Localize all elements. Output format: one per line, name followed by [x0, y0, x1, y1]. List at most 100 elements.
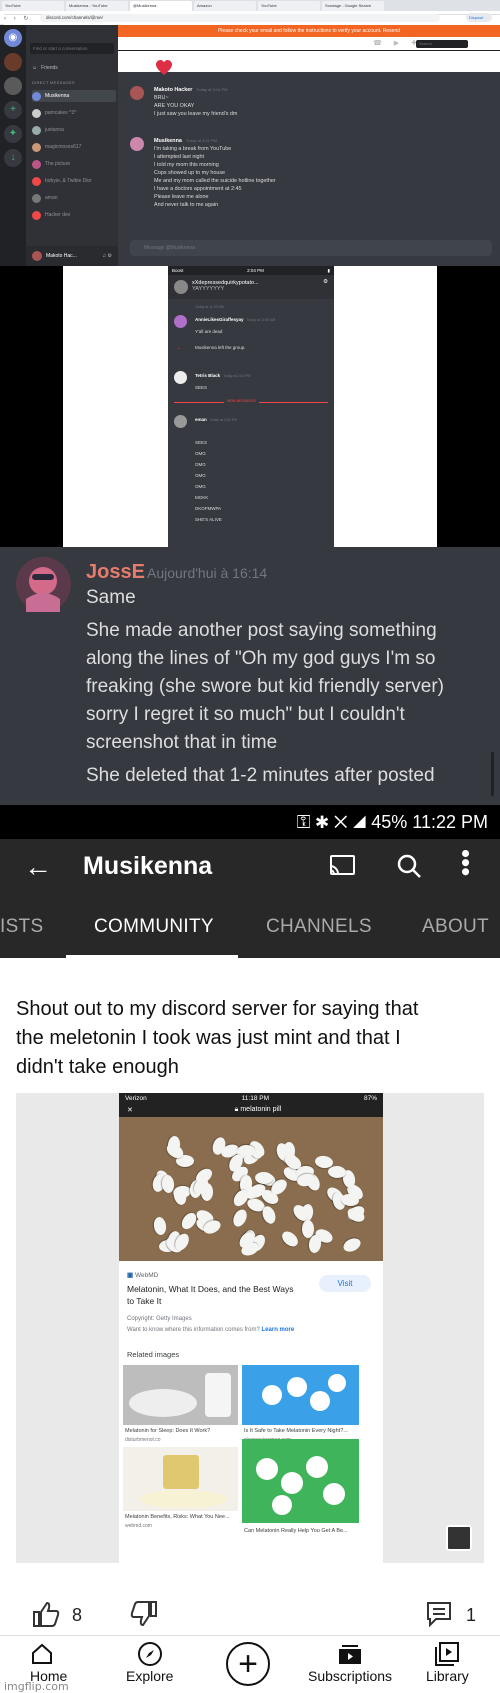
tab-playlists[interactable]: ISTS [0, 916, 43, 938]
gear-icon[interactable]: ⚙ [323, 279, 328, 285]
more-vert-icon[interactable]: ••• [451, 849, 481, 876]
message-line: SHE'S ALIVE [195, 517, 222, 522]
verify-email-notice: Please check your email and follow the i… [118, 25, 500, 37]
browser-tab-bar: YouTube Musikenna - YouTube @Musikenna A… [0, 0, 500, 11]
battery-clock: 45% 11:22 PM [371, 812, 488, 832]
dm-name: Hacker dev [45, 212, 71, 218]
related-image[interactable] [242, 1439, 359, 1523]
dm-search-input[interactable]: Find or start a conversation [30, 43, 114, 54]
message-text: SEES [195, 385, 208, 390]
message-author: Tetris Black [195, 373, 221, 378]
dm-item[interactable]: magicmoses617 [32, 141, 116, 153]
post-line: Shout out to my discord server for sayin… [16, 998, 419, 1020]
avatar [174, 415, 187, 428]
message-line: sorry I regret it so much" but I couldn'… [86, 704, 405, 725]
pill-shape [152, 1216, 168, 1237]
profile-button[interactable]: Disposé [466, 13, 492, 22]
melatonin-pills-photo [119, 1117, 383, 1261]
clock: 11:18 PM [241, 1095, 269, 1102]
nav-library[interactable]: Library [426, 1640, 469, 1684]
browser-tab[interactable]: Musikenna - YouTube [66, 1, 128, 11]
like-icon[interactable] [32, 1601, 60, 1627]
related-image[interactable] [242, 1365, 359, 1425]
url-field[interactable]: discord.com/channels/@me/ [40, 14, 440, 22]
message-line: Me and my mom called the suicide hotline… [154, 178, 276, 184]
message-time: Today at 11:23 AM [195, 305, 224, 309]
dm-item[interactable]: The picture [32, 158, 116, 170]
scrollbar[interactable] [491, 752, 494, 796]
back-arrow-icon[interactable]: ← [24, 851, 52, 883]
search-icon[interactable] [396, 853, 422, 879]
search-input[interactable]: Search [416, 40, 468, 48]
message-line: OMG [195, 451, 206, 456]
avatar [174, 280, 188, 294]
dm-item[interactable]: pamcakes ^3^ [32, 107, 116, 119]
browser-tab[interactable]: YouTube [2, 1, 64, 11]
create-button[interactable]: + [226, 1642, 270, 1686]
comment-icon[interactable] [426, 1601, 452, 1627]
message-line: freaking (she swore but kid friendly ser… [86, 676, 444, 697]
related-image[interactable] [123, 1365, 238, 1425]
dm-item[interactable]: justanna [32, 124, 116, 136]
source-name: WebMD [134, 1272, 159, 1279]
browser-tab-active[interactable]: @Musikenna [130, 1, 192, 11]
message-time: Today at 3:14 PM [196, 87, 228, 92]
author-name: JossE [86, 561, 145, 583]
related-image[interactable] [123, 1447, 238, 1511]
image-gallery-icon[interactable] [446, 1525, 472, 1551]
friends-link[interactable]: ☺ Friends [32, 62, 116, 74]
message-line: She made another post saying something [86, 620, 437, 641]
post-image[interactable]: Verizon 11:18 PM 87% ✕ 🔒︎ melatonin pill ▣ … [16, 1093, 484, 1563]
message-line: I'm taking a break from YouTube [154, 146, 232, 152]
message-text: Musikenna left the group. [195, 345, 246, 350]
related-caption: Melatonin Benefits, Risks: What You Nee.… [125, 1514, 230, 1520]
nav-subscriptions[interactable]: Subscriptions [308, 1640, 392, 1684]
dm-name: magicmoses617 [45, 144, 82, 150]
pill-shape [254, 1171, 273, 1185]
close-icon[interactable]: ✕ [127, 1106, 133, 1114]
dm-item[interactable]: bobyie, & Twibie Dior [32, 175, 116, 187]
browser-tab[interactable]: YouTube [258, 1, 320, 11]
server-icon[interactable] [4, 53, 22, 71]
user-panel: Makoto Hac... ♫ ⚙ [26, 246, 118, 266]
message-time: Today at 3:22 PM [185, 138, 217, 143]
discord-home-icon[interactable]: ◉ [4, 29, 22, 47]
browser-tab[interactable]: Sondage - Google Search [322, 1, 384, 11]
tab-channels[interactable]: CHANNELS [266, 916, 372, 938]
browser-tab[interactable]: Amazon [194, 1, 256, 11]
avatar [32, 142, 41, 152]
avatar [130, 137, 144, 151]
clock: 2:04 PM [247, 268, 264, 273]
message-line: MGKK [195, 495, 209, 500]
nav-explore[interactable]: Explore [126, 1640, 173, 1684]
related-images-heading: Related images [127, 1350, 180, 1359]
related-source: webmd.com [125, 1523, 152, 1529]
message-author: AnnieLikesGiraffesyay [195, 317, 244, 322]
dm-item[interactable]: Hacker dev [32, 209, 116, 221]
source-label: ▣ WebMD [127, 1271, 158, 1279]
google-images-screenshot: Verizon 11:18 PM 87% ✕ 🔒︎ melatonin pill ▣ … [119, 1093, 383, 1563]
webmd-logo: ▣ [127, 1272, 135, 1279]
cast-icon[interactable] [328, 854, 356, 878]
tab-about[interactable]: ABOUT [422, 916, 489, 938]
message-line: DKOFMWPA [195, 506, 222, 511]
server-icon[interactable] [4, 77, 22, 95]
mic-headset-gear-icon[interactable]: ♫ ⚙ [102, 253, 112, 259]
address-bar: ‹ › ↻ discord.com/channels/@me/ Disposé [0, 11, 500, 72]
add-server-icon[interactable]: + [4, 101, 22, 119]
message-input[interactable]: Message @Musikenna [130, 240, 492, 256]
battery: 87% [363, 1095, 377, 1102]
dm-item[interactable]: Musikenna [32, 90, 116, 102]
explore-icon[interactable]: ✦ [4, 125, 22, 143]
result-title: Melatonin, What It Does, and the Best Wa… [127, 1284, 294, 1306]
learn-more-link[interactable]: Learn more [262, 1327, 295, 1333]
visit-button[interactable]: Visit [319, 1275, 371, 1292]
related-source: disturbmenot.co [125, 1437, 161, 1443]
download-icon[interactable]: ↓ [4, 149, 22, 167]
home-icon [32, 1643, 52, 1664]
nav-home[interactable]: Home [30, 1640, 67, 1684]
dm-item[interactable]: aman [32, 192, 116, 204]
tab-community[interactable]: COMMUNITY [94, 916, 214, 938]
like-count: 8 [72, 1605, 83, 1625]
dislike-icon[interactable] [130, 1601, 158, 1627]
